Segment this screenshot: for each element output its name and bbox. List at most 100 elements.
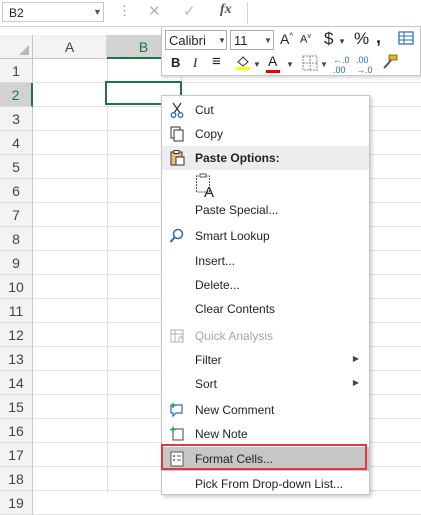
menu-label: Quick Analysis xyxy=(195,329,274,343)
svg-text:A: A xyxy=(204,184,214,199)
font-name-value: Calibri xyxy=(169,33,206,48)
menu-item-copy[interactable]: Copy xyxy=(162,122,369,146)
chevron-down-icon[interactable]: ▼ xyxy=(286,60,294,69)
row-header-16[interactable]: 16 xyxy=(0,419,33,443)
row-header-9[interactable]: 9 xyxy=(0,251,33,275)
search-icon xyxy=(168,228,186,244)
row-header-2[interactable]: 2 xyxy=(0,83,33,107)
borders-icon[interactable] xyxy=(302,55,318,74)
row-header-19[interactable]: 19 xyxy=(0,491,33,515)
font-size-value: 11 xyxy=(234,33,248,48)
new-comment-icon xyxy=(168,402,186,418)
formula-input[interactable] xyxy=(247,2,421,24)
format-cells-highlight-box xyxy=(161,444,367,470)
row-header-12[interactable]: 12 xyxy=(0,323,33,347)
fill-color-icon[interactable] xyxy=(234,53,252,74)
menu-label: Paste Options: xyxy=(195,151,280,165)
enter-icon[interactable]: ✓ xyxy=(183,2,196,20)
font-color-letter: A xyxy=(268,53,278,69)
row-header-3[interactable]: 3 xyxy=(0,107,33,131)
menu-item-new-note[interactable]: New Note xyxy=(162,422,369,446)
menu-label: Copy xyxy=(195,127,224,141)
menu-item-cut[interactable]: Cut xyxy=(162,98,369,122)
row-header-11[interactable]: 11 xyxy=(0,299,33,323)
paste-options-header: Paste Options: xyxy=(162,146,369,170)
percent-icon[interactable]: % xyxy=(354,29,369,49)
font-size-dropdown[interactable]: 11 ▼ xyxy=(230,30,274,50)
row-divider xyxy=(33,82,421,83)
menu-item-sort[interactable]: Sort ▶ xyxy=(162,372,369,396)
bold-button[interactable]: B xyxy=(171,55,180,70)
row-header-1[interactable]: 1 xyxy=(0,59,33,83)
column-header-a[interactable]: A xyxy=(33,35,107,59)
context-menu: Cut Copy Paste Options: A Paste Special.… xyxy=(161,95,370,495)
grow-font-letter: A xyxy=(280,31,290,47)
mini-toolbar: Calibri ▼ 11 ▼ A^ Av $ ▼ % , B I ≡ ▼ A ▼… xyxy=(161,26,421,76)
row-header-8[interactable]: 8 xyxy=(0,227,33,251)
menu-item-quick-analysis: Quick Analysis xyxy=(162,324,369,348)
menu-item-paste-special[interactable]: Paste Special... xyxy=(162,198,369,222)
format-painter-icon[interactable] xyxy=(381,53,399,74)
insert-function-icon[interactable]: fx xyxy=(220,2,232,18)
chevron-down-icon[interactable]: ▼ xyxy=(320,60,328,69)
scissors-icon xyxy=(168,102,186,118)
column-divider xyxy=(107,59,108,493)
formula-bar: B2 ▼ ⋮ ✕ ✓ fx xyxy=(0,0,421,27)
menu-item-filter[interactable]: Filter ▶ xyxy=(162,348,369,372)
chevron-right-icon: ▶ xyxy=(352,378,359,387)
menu-item-pick-from-dropdown[interactable]: Pick From Drop-down List... xyxy=(162,472,369,496)
menu-label: Clear Contents xyxy=(195,302,276,316)
row-header-4[interactable]: 4 xyxy=(0,131,33,155)
increase-decimal-icon[interactable]: ←.0.00 xyxy=(333,55,350,75)
chevron-down-icon[interactable]: ▼ xyxy=(264,36,272,45)
chevron-down-icon[interactable]: ▼ xyxy=(253,60,261,69)
chevron-down-icon[interactable]: ▼ xyxy=(93,7,102,17)
select-all-triangle-icon xyxy=(19,45,29,55)
name-box-value: B2 xyxy=(9,6,24,20)
quick-analysis-icon xyxy=(168,328,186,344)
new-note-icon xyxy=(168,426,186,442)
menu-item-smart-lookup[interactable]: Smart Lookup xyxy=(162,224,369,248)
cancel-icon[interactable]: ✕ xyxy=(148,2,161,20)
align-icon[interactable]: ≡ xyxy=(212,53,221,70)
menu-label: Smart Lookup xyxy=(195,229,270,243)
menu-item-insert[interactable]: Insert... xyxy=(162,249,369,273)
menu-label: New Comment xyxy=(195,403,275,417)
menu-label: Filter xyxy=(195,353,222,367)
row-header-7[interactable]: 7 xyxy=(0,203,33,227)
format-table-icon[interactable] xyxy=(398,30,414,49)
row-header-18[interactable]: 18 xyxy=(0,467,33,491)
menu-label: Pick From Drop-down List... xyxy=(195,477,344,491)
clipboard-icon xyxy=(168,150,186,166)
row-header-10[interactable]: 10 xyxy=(0,275,33,299)
menu-item-clear-contents[interactable]: Clear Contents xyxy=(162,297,369,321)
chevron-right-icon: ▶ xyxy=(352,354,359,363)
italic-button[interactable]: I xyxy=(193,55,197,71)
currency-icon[interactable]: $ xyxy=(324,29,333,49)
menu-label: Paste Special... xyxy=(195,203,279,217)
menu-item-delete[interactable]: Delete... xyxy=(162,273,369,297)
menu-label: New Note xyxy=(195,427,248,441)
decrease-decimal-icon[interactable]: .00 →.0 xyxy=(356,55,373,75)
font-color-icon[interactable]: A xyxy=(266,53,280,73)
row-header-6[interactable]: 6 xyxy=(0,179,33,203)
menu-label: Insert... xyxy=(195,254,236,268)
vertical-dots-icon: ⋮ xyxy=(118,3,131,18)
menu-label: Sort xyxy=(195,377,218,391)
grow-font-icon[interactable]: A^ xyxy=(280,31,293,47)
comma-style-icon[interactable]: , xyxy=(376,27,381,48)
copy-icon xyxy=(168,126,186,142)
row-header-17[interactable]: 17 xyxy=(0,443,33,467)
row-header-5[interactable]: 5 xyxy=(0,155,33,179)
font-name-dropdown[interactable]: Calibri ▼ xyxy=(165,30,227,50)
chevron-down-icon[interactable]: ▼ xyxy=(338,37,346,46)
row-header-15[interactable]: 15 xyxy=(0,395,33,419)
menu-item-new-comment[interactable]: New Comment xyxy=(162,398,369,422)
shrink-font-icon[interactable]: Av xyxy=(300,33,311,46)
chevron-down-icon[interactable]: ▼ xyxy=(218,36,226,45)
row-header-14[interactable]: 14 xyxy=(0,371,33,395)
select-all-button[interactable] xyxy=(0,35,33,59)
menu-label: Delete... xyxy=(195,278,240,292)
row-header-13[interactable]: 13 xyxy=(0,347,33,371)
name-box[interactable]: B2 ▼ xyxy=(2,2,104,22)
